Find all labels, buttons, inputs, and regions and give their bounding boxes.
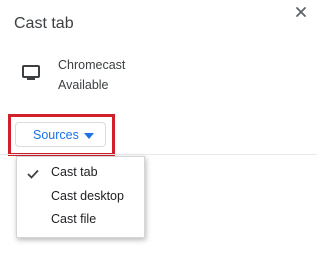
- sources-menu: Cast tab Cast desktop Cast file: [16, 156, 145, 238]
- sink-chromecast[interactable]: Chromecast Available: [22, 56, 222, 96]
- sink-status: Available: [58, 78, 109, 92]
- menu-item-cast-desktop[interactable]: Cast desktop: [17, 185, 144, 207]
- caret-down-icon: [84, 133, 94, 139]
- checkmark-icon: [27, 166, 39, 179]
- sink-name: Chromecast: [58, 58, 126, 72]
- dialog-title: Cast tab: [14, 15, 74, 32]
- menu-item-cast-file[interactable]: Cast file: [17, 208, 144, 230]
- menu-item-label: Cast file: [51, 212, 97, 226]
- divider: [0, 154, 317, 155]
- menu-item-label: Cast desktop: [51, 189, 124, 203]
- menu-item-label: Cast tab: [51, 165, 98, 179]
- menu-item-cast-tab[interactable]: Cast tab: [17, 161, 144, 183]
- sources-button[interactable]: Sources: [15, 122, 106, 147]
- tv-icon: [22, 65, 40, 81]
- cast-dialog: Cast tab Chromecast Available Sources Ca…: [0, 0, 317, 253]
- close-icon[interactable]: [292, 3, 310, 21]
- sources-highlight: Sources: [8, 114, 115, 156]
- sources-label: Sources: [33, 128, 79, 142]
